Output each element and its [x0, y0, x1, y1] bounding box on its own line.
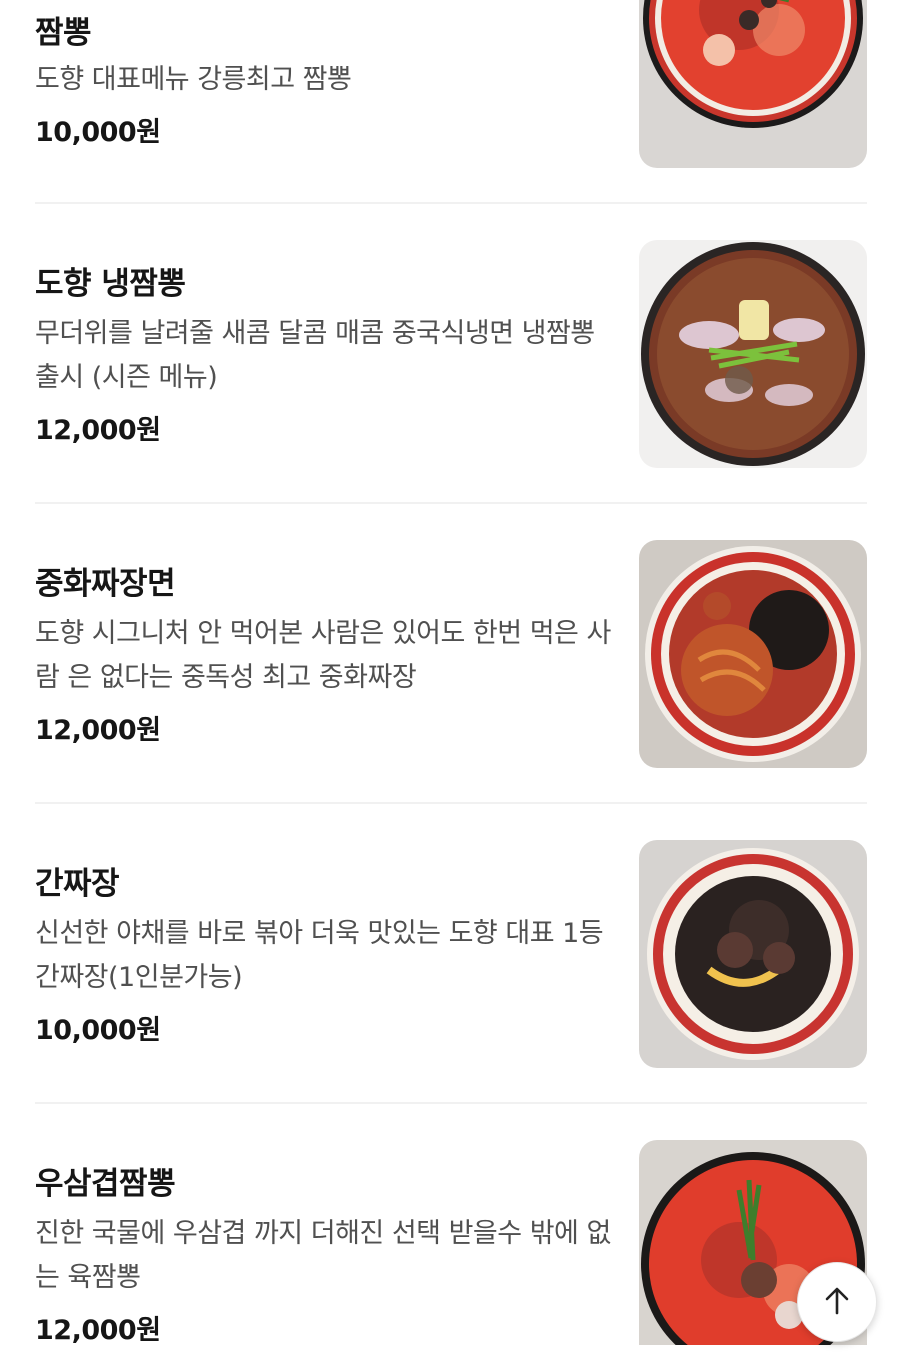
cold-jjamppong-photo-icon	[639, 240, 867, 468]
divider	[35, 802, 867, 804]
menu-item-name: 우삼겹짬뽕	[35, 1166, 176, 1202]
divider	[35, 502, 867, 504]
arrow-up-icon	[819, 1283, 855, 1322]
jjamppong-photo-icon	[639, 0, 867, 168]
menu-item[interactable]: 짬뽕 도향 대표메뉴 강릉최고 짬뽕 10,000원	[35, 0, 867, 168]
menu-item-price: 12,000원	[35, 415, 161, 446]
menu-item[interactable]: 도향 냉짬뽕 무더위를 날려줄 새콤 달콤 매콤 중국식냉면 냉짬뽕 출시 (시…	[35, 240, 867, 468]
menu-item-name: 짬뽕	[35, 15, 92, 51]
divider	[35, 202, 867, 204]
menu-item-name: 간짜장	[35, 866, 120, 902]
scroll-to-top-button[interactable]	[797, 1262, 877, 1342]
menu-item-description: 신선한 야채를 바로 볶아 더욱 맛있는 도향 대표 1등 간짜장(1인분가능)	[35, 918, 604, 993]
menu-item[interactable]: 중화짜장면 도향 시그니처 안 먹어본 사람은 있어도 한번 먹은 사람 은 없…	[35, 540, 867, 768]
menu-item-price: 10,000원	[35, 117, 161, 148]
menu-item-description: 진한 국물에 우삼겹 까지 더해진 선택 받을수 밖에 없는 육짬뽕	[35, 1218, 611, 1293]
jajangmyeon-photo-icon	[639, 540, 867, 768]
ganjjajang-photo-icon	[639, 840, 867, 1068]
menu-item[interactable]: 간짜장 신선한 야채를 바로 볶아 더욱 맛있는 도향 대표 1등 간짜장(1인…	[35, 840, 867, 1068]
menu-item-price: 12,000원	[35, 715, 161, 746]
menu-item-price: 10,000원	[35, 1015, 161, 1046]
menu-item-price: 12,000원	[35, 1315, 161, 1346]
menu-item-description: 무더위를 날려줄 새콤 달콤 매콤 중국식냉면 냉짬뽕 출시 (시즌 메뉴)	[35, 318, 595, 393]
menu-item-description: 도향 대표메뉴 강릉최고 짬뽕	[35, 64, 352, 95]
menu-item-name: 도향 냉짬뽕	[35, 266, 186, 302]
menu-item-description: 도향 시그니처 안 먹어본 사람은 있어도 한번 먹은 사람 은 없다는 중독성…	[35, 618, 611, 693]
menu-item[interactable]: 우삼겹짬뽕 진한 국물에 우삼겹 까지 더해진 선택 받을수 밖에 없는 육짬뽕…	[35, 1140, 867, 1368]
menu-item-name: 중화짜장면	[35, 566, 176, 602]
divider	[35, 1102, 867, 1104]
